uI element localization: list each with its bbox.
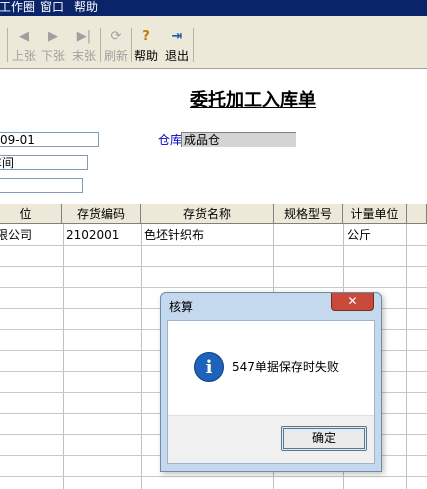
warehouse-field[interactable]: 成品仓 (181, 132, 296, 147)
grid-line (141, 224, 142, 489)
third-field[interactable] (0, 178, 83, 193)
help-button[interactable]: ? 帮助 (131, 28, 161, 78)
toolbar: ▮ ◀ 上张 ▶ 下张 ▶| 末张 ⟳ 刷新 ? 帮助 ⇥ 退出 (0, 16, 427, 69)
table-cell[interactable]: 公斤 (347, 225, 371, 245)
column-header[interactable]: 存货名称 (141, 204, 274, 224)
grid-line (63, 224, 64, 489)
table-cell[interactable]: 色坯针织布 (144, 225, 204, 245)
menu-item-help[interactable]: 帮助 (74, 0, 98, 15)
menu-item-workcircle[interactable]: 工作圈 (0, 0, 35, 15)
grid-line (406, 224, 407, 489)
arrow-left-icon: ◀ (19, 29, 29, 44)
toolbar-separator (7, 28, 8, 62)
last-button[interactable]: ▶| 末张 (69, 28, 99, 78)
next-button[interactable]: ▶ 下张 (38, 28, 68, 78)
close-icon: ✕ (347, 294, 358, 308)
warehouse-label: 仓库 (158, 133, 183, 147)
column-header[interactable]: 规格型号 (274, 204, 343, 224)
ok-button[interactable]: 确定 (281, 426, 367, 451)
refresh-button[interactable]: ⟳ 刷新 (101, 28, 131, 78)
dialog-body: i 547单据保存时失败 确定 (167, 320, 375, 464)
prev-button[interactable]: ◀ 上张 (9, 28, 39, 78)
message-dialog: 核算 ✕ i 547单据保存时失败 确定 (160, 292, 382, 472)
help-icon: ? (142, 29, 150, 44)
column-header[interactable] (407, 204, 427, 224)
toolbar-separator (193, 28, 194, 62)
exit-icon: ⇥ (171, 29, 183, 44)
close-button[interactable]: ✕ (331, 293, 374, 311)
dialog-footer: 确定 (168, 415, 374, 463)
menu-item-window[interactable]: 窗口 (40, 0, 64, 15)
dialog-message: 547单据保存时失败 (232, 360, 339, 374)
grid-line (0, 266, 427, 267)
page-title: 委托加工入库单 (190, 90, 316, 111)
column-header[interactable]: 位 (0, 204, 62, 224)
date-field[interactable]: 09-01 (0, 132, 99, 147)
arrow-last-icon: ▶| (76, 29, 92, 44)
grid-line (0, 287, 427, 288)
refresh-icon: ⟳ (110, 29, 122, 44)
column-header[interactable]: 计量单位 (343, 204, 407, 224)
dialog-title: 核算 (169, 300, 194, 314)
grid-line (0, 245, 427, 246)
menu-bar: 工作圈 窗口 帮助 (0, 0, 427, 16)
info-icon: i (194, 352, 224, 382)
grid-line (0, 476, 427, 477)
table-cell[interactable]: 2102001 (66, 225, 119, 245)
arrow-right-icon: ▶ (48, 29, 58, 44)
column-header[interactable]: 存货编码 (62, 204, 141, 224)
exit-button[interactable]: ⇥ 退出 (162, 28, 192, 78)
workshop-field[interactable]: 车间 (0, 155, 88, 170)
table-cell[interactable]: 限公司 (0, 225, 32, 245)
